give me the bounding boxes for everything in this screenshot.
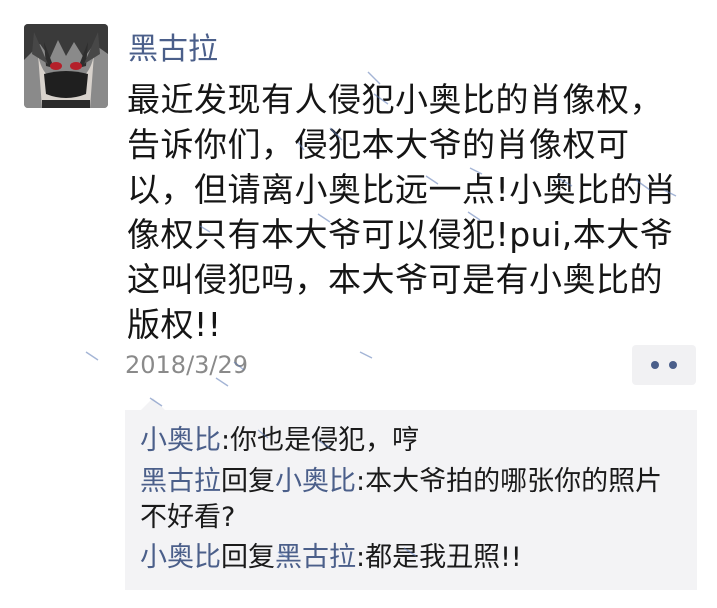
dot — [651, 361, 659, 369]
comment-author[interactable]: 黑古拉 — [140, 466, 221, 497]
reply-to-name[interactable]: 黑古拉 — [275, 542, 356, 573]
dot — [669, 361, 677, 369]
post-text: 最近发现有人侵犯小奥比的肖像权， 告诉你们，侵犯本大爷的肖像权可 以，但请离小奥… — [127, 80, 677, 344]
comments-pointer — [141, 398, 165, 410]
comments-section: 小奥比:你也是侵犯，哼 黑古拉回复小奥比:本大爷拍的哪张你的照片不好看? 小奥比… — [125, 410, 697, 590]
comment-item[interactable]: 小奥比回复黑古拉:都是我丑照!! — [140, 540, 680, 576]
comment-author[interactable]: 小奥比 — [140, 425, 221, 456]
comment-text: 都是我丑照!! — [365, 542, 522, 573]
comment-item[interactable]: 小奥比:你也是侵犯，哼 — [140, 423, 680, 459]
comment-author[interactable]: 小奥比 — [140, 542, 221, 573]
post-timestamp: 2018/3/29 — [125, 351, 249, 379]
more-actions-button[interactable] — [632, 345, 696, 385]
username-link[interactable]: 黑古拉 — [128, 32, 218, 68]
more-dots-icon — [651, 361, 677, 369]
reply-word: 回复 — [221, 466, 275, 497]
avatar[interactable] — [24, 24, 108, 108]
comment-separator: : — [356, 466, 366, 497]
comment-text: 你也是侵犯，哼 — [230, 425, 420, 456]
comment-item[interactable]: 黑古拉回复小奥比:本大爷拍的哪张你的照片不好看? — [140, 464, 680, 536]
avatar-image — [24, 24, 108, 108]
reply-to-name[interactable]: 小奥比 — [275, 466, 356, 497]
comment-separator: : — [221, 425, 231, 456]
comment-separator: : — [356, 542, 366, 573]
moment-post: 黑古拉 最近发现有人侵犯小奥比的肖像权， 告诉你们，侵犯本大爷的肖像权可 以，但… — [0, 0, 717, 608]
reply-word: 回复 — [221, 542, 275, 573]
